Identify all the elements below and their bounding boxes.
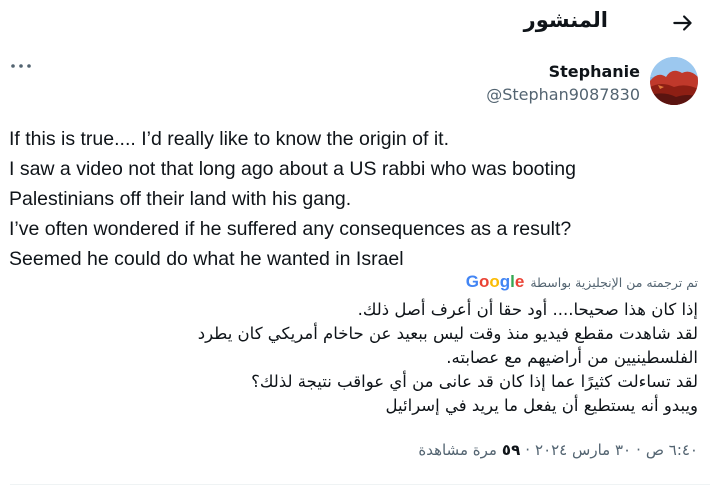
google-logo: Google — [465, 272, 525, 291]
views-label: مرة مشاهدة — [418, 441, 497, 459]
tweet-line: I saw a video not that long ago about a … — [9, 158, 576, 180]
tweet-line: If this is true.... I’d really like to k… — [9, 128, 450, 150]
more-dots-icon[interactable] — [10, 58, 32, 74]
post-date[interactable]: ٣٠ مارس ٢٠٢٤ — [535, 441, 631, 459]
tweet-line: Seemed he could do what he wanted in Isr… — [9, 248, 404, 270]
landscape-avatar — [650, 57, 698, 105]
post-header: المنشور — [0, 0, 720, 48]
avatar[interactable] — [650, 57, 698, 105]
translated-text: إذا كان هذا صحيحا.... أود حقا أن أعرف أص… — [8, 298, 698, 418]
translation-line: ويبدو أنه يستطيع أن يفعل ما يريد في إسرا… — [385, 396, 698, 415]
tweet-text: If this is true.... I’d really like to k… — [9, 124, 709, 274]
translation-attribution[interactable]: تم ترجمته من الإنجليزية بواسطة Google — [466, 272, 698, 292]
translation-line: إذا كان هذا صحيحا.... أود حقا أن أعرف أص… — [357, 300, 698, 319]
post-time[interactable]: ٦:٤٠ ص — [646, 441, 698, 459]
tweet-line: I’ve often wondered if he suffered any c… — [9, 218, 572, 240]
post-meta: ٦:٤٠ ص · ٣٠ مارس ٢٠٢٤ · ٥٩ مرة مشاهدة — [418, 441, 698, 459]
translation-line: الفلسطينيين من أراضيهم مع عصابته. — [446, 348, 698, 367]
page-title: المنشور — [523, 8, 608, 32]
author-name[interactable]: Stephanie — [549, 62, 640, 81]
views-count: ٥٩ — [501, 441, 521, 459]
meta-separator: · — [525, 441, 531, 459]
translation-line: لقد شاهدت مقطع فيديو منذ وقت ليس ببعيد ع… — [197, 324, 698, 343]
divider — [10, 484, 710, 485]
author-handle[interactable]: @Stephan9087830 — [486, 85, 640, 104]
meta-separator: · — [636, 441, 641, 459]
arrow-right-icon[interactable] — [670, 10, 696, 36]
tweet-line: Palestinians off their land with his gan… — [9, 188, 352, 210]
translation-line: لقد تساءلت كثيرًا عما إذا كان قد عانى من… — [251, 372, 698, 391]
translation-label: تم ترجمته من الإنجليزية بواسطة — [530, 274, 698, 290]
